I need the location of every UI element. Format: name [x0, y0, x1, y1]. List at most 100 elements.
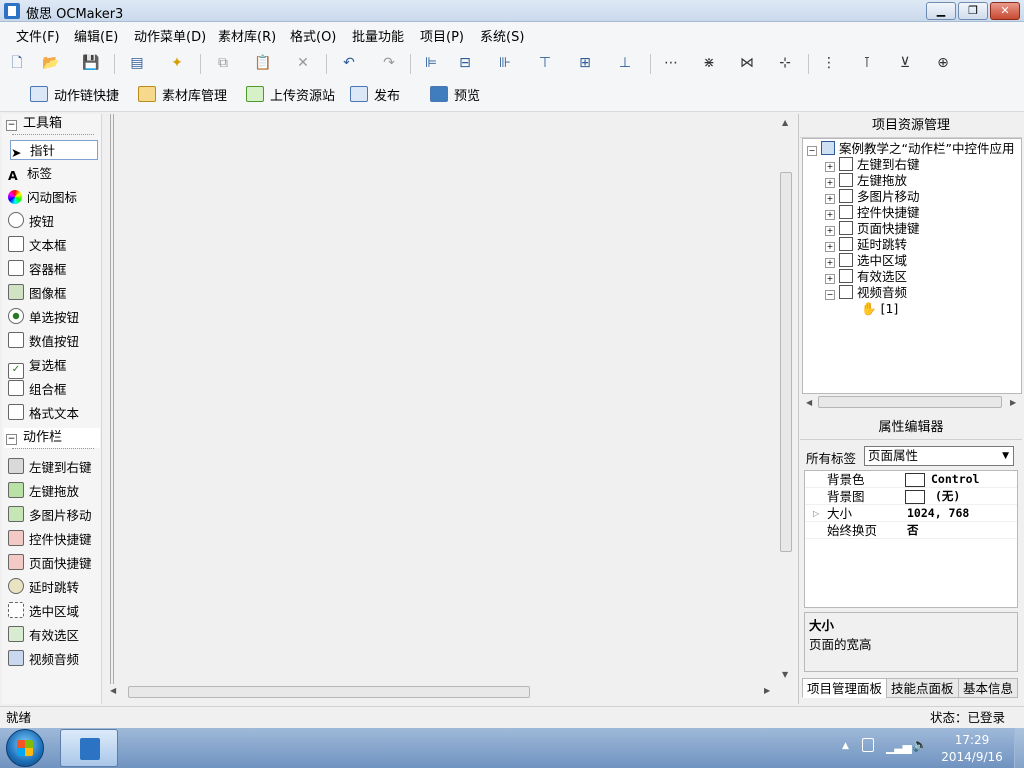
- menu-edit[interactable]: 编辑(E): [74, 26, 118, 45]
- tray-expand-icon[interactable]: ▲: [842, 741, 849, 751]
- tool-container[interactable]: 容器框: [8, 260, 98, 280]
- menu-assets[interactable]: 素材库(R): [218, 26, 276, 45]
- action-delay-jump[interactable]: 延时跳转: [8, 578, 98, 598]
- network-icon[interactable]: ▁▃▅: [886, 740, 912, 754]
- menu-batch[interactable]: 批量功能: [352, 26, 404, 45]
- prop-row-always-page[interactable]: 始终换页否: [805, 522, 1017, 539]
- tree-item[interactable]: + 页面快捷键: [803, 221, 1021, 237]
- tree-horizontal-scrollbar[interactable]: [818, 396, 1002, 408]
- open-folder-icon[interactable]: 📂: [42, 54, 60, 72]
- expand-icon[interactable]: +: [825, 274, 835, 284]
- actions-header[interactable]: − 动作栏: [4, 428, 100, 448]
- center-icon[interactable]: ⊕: [934, 54, 952, 72]
- scroll-right-icon[interactable]: ▶: [764, 686, 770, 695]
- action-left-drag[interactable]: 左键拖放: [8, 482, 98, 502]
- taskbar-app-button[interactable]: [60, 729, 118, 767]
- tag-select[interactable]: 页面属性 ▼: [864, 446, 1014, 466]
- action-select-region[interactable]: 选中区域: [8, 602, 98, 622]
- tab-skill-panel[interactable]: 技能点面板: [886, 678, 959, 698]
- paste-icon[interactable]: 📋: [254, 54, 272, 72]
- toolbox-header[interactable]: − 工具箱: [4, 114, 100, 134]
- tab-project-panel[interactable]: 项目管理面板: [802, 678, 888, 698]
- prop-row-size[interactable]: ▷ 大小 1024, 768: [805, 505, 1017, 522]
- tray-device-icon[interactable]: [862, 738, 874, 752]
- tree-item[interactable]: + 选中区域: [803, 253, 1021, 269]
- show-desktop-button[interactable]: [1014, 728, 1024, 768]
- clock-date[interactable]: 2014/9/16: [940, 750, 1004, 764]
- tool-label[interactable]: A 标签: [8, 164, 98, 184]
- close-button[interactable]: ✕: [990, 2, 1020, 20]
- new-file-icon[interactable]: 🗋: [8, 54, 26, 72]
- spacing-v-icon[interactable]: ⊻: [896, 54, 914, 72]
- puzzle-icon[interactable]: ✦: [168, 54, 186, 72]
- align-left-icon[interactable]: ⊫: [422, 54, 440, 72]
- tree-scroll-left-icon[interactable]: ◀: [806, 398, 812, 407]
- collapse-icon[interactable]: −: [825, 290, 835, 300]
- tool-pointer[interactable]: ➤ 指针: [10, 140, 98, 160]
- menu-file[interactable]: 文件(F): [16, 26, 60, 45]
- tree-item[interactable]: − 视频音频: [803, 285, 1021, 301]
- volume-icon[interactable]: 🔈: [912, 738, 928, 753]
- undo-icon[interactable]: ↶: [340, 54, 358, 72]
- expand-icon[interactable]: +: [825, 210, 835, 220]
- menu-project[interactable]: 项目(P): [420, 26, 464, 45]
- action-valid-region[interactable]: 有效选区: [8, 626, 98, 646]
- minimize-button[interactable]: ▁: [926, 2, 956, 20]
- expand-icon[interactable]: +: [825, 194, 835, 204]
- horizontal-scroll-thumb[interactable]: [128, 686, 530, 698]
- copy-icon[interactable]: ⧉: [214, 54, 232, 72]
- collapse-icon[interactable]: −: [807, 146, 817, 156]
- tab-basic-info[interactable]: 基本信息: [958, 678, 1019, 698]
- vertical-scroll-thumb[interactable]: [780, 172, 792, 552]
- scroll-up-icon[interactable]: ▲: [782, 118, 788, 127]
- maximize-button[interactable]: ❐: [958, 2, 988, 20]
- delete-icon[interactable]: ✕: [294, 54, 312, 72]
- tool-checkbox[interactable]: ✓ 复选框: [8, 356, 98, 379]
- menu-system[interactable]: 系统(S): [480, 26, 524, 45]
- design-canvas[interactable]: [104, 114, 794, 704]
- align-center-icon[interactable]: ⊟: [456, 54, 474, 72]
- expand-icon[interactable]: +: [825, 178, 835, 188]
- tree-item[interactable]: + 延时跳转: [803, 237, 1021, 253]
- prop-row-bgimage[interactable]: 背景图 (无): [805, 488, 1017, 505]
- redo-icon[interactable]: ↷: [380, 54, 398, 72]
- expand-icon[interactable]: +: [825, 226, 835, 236]
- align-top-icon[interactable]: ⊤: [536, 54, 554, 72]
- tool-flash-icon[interactable]: 闪动图标: [8, 188, 98, 208]
- scroll-down-icon[interactable]: ▼: [782, 670, 788, 679]
- publish-button[interactable]: 发布: [350, 86, 400, 106]
- tree-item[interactable]: + 多图片移动: [803, 189, 1021, 205]
- tool-combobox[interactable]: 组合框: [8, 380, 98, 400]
- asset-manager-button[interactable]: 素材库管理: [138, 86, 227, 106]
- same-size-icon[interactable]: ⊹: [776, 54, 794, 72]
- page-icon[interactable]: ▤: [128, 54, 146, 72]
- action-control-shortcut[interactable]: 控件快捷键: [8, 530, 98, 550]
- distribute-v-icon[interactable]: ⋮: [820, 54, 838, 72]
- tool-richtext[interactable]: 格式文本: [8, 404, 98, 424]
- expand-icon[interactable]: ▷: [813, 505, 819, 522]
- upload-button[interactable]: 上传资源站: [246, 86, 335, 106]
- action-multi-image[interactable]: 多图片移动: [8, 506, 98, 526]
- tree-item[interactable]: + 左键拖放: [803, 173, 1021, 189]
- tree-item[interactable]: + 左键到右键: [803, 157, 1021, 173]
- tool-button[interactable]: 按钮: [8, 212, 98, 232]
- same-height-icon[interactable]: ⋈: [738, 54, 756, 72]
- tree-scroll-right-icon[interactable]: ▶: [1010, 398, 1016, 407]
- tool-image[interactable]: 图像框: [8, 284, 98, 304]
- tool-radio[interactable]: 单选按钮: [8, 308, 98, 328]
- action-chain-button[interactable]: 动作链快捷: [30, 86, 119, 106]
- same-width-icon[interactable]: ⋇: [700, 54, 718, 72]
- tree-child[interactable]: ✋ [1]: [803, 301, 1021, 317]
- preview-button[interactable]: 预览: [430, 86, 480, 106]
- expand-icon[interactable]: +: [825, 258, 835, 268]
- expand-icon[interactable]: +: [825, 162, 835, 172]
- align-middle-icon[interactable]: ⊞: [576, 54, 594, 72]
- tool-textbox[interactable]: 文本框: [8, 236, 98, 256]
- spacing-h-icon[interactable]: ⊺: [858, 54, 876, 72]
- action-left-to-right[interactable]: 左键到右键: [8, 458, 98, 478]
- action-page-shortcut[interactable]: 页面快捷键: [8, 554, 98, 574]
- menu-action[interactable]: 动作菜单(D): [134, 26, 206, 45]
- action-video-audio[interactable]: 视频音频: [8, 650, 98, 670]
- distribute-h-icon[interactable]: ⋯: [662, 54, 680, 72]
- scroll-left-icon[interactable]: ◀: [110, 686, 116, 695]
